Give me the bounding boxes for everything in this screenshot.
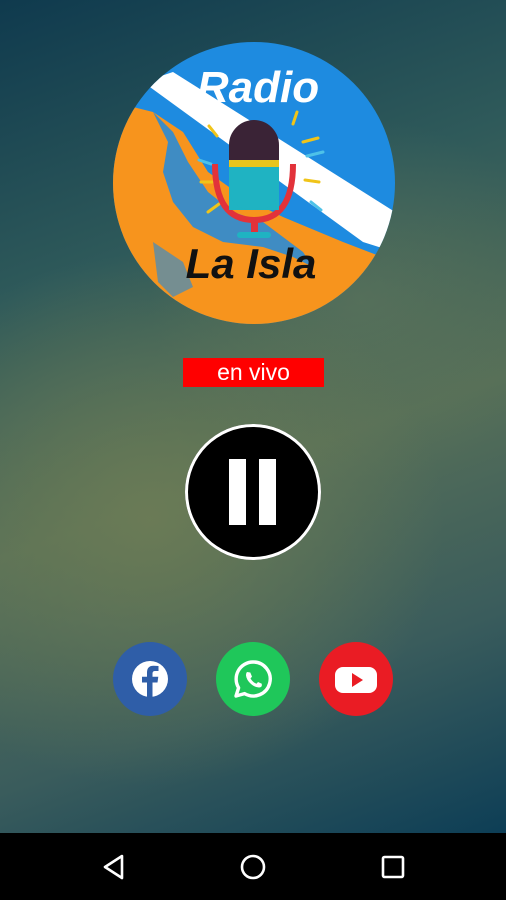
system-navigation-bar	[0, 833, 506, 900]
logo-title-top: Radio	[197, 63, 319, 112]
recent-apps-icon[interactable]	[373, 847, 413, 887]
facebook-icon	[113, 642, 187, 716]
pause-bar-right	[259, 459, 276, 525]
logo-title-bottom: La Isla	[186, 240, 317, 287]
whatsapp-button[interactable]	[216, 642, 290, 716]
play-pause-button[interactable]	[185, 424, 321, 560]
facebook-button[interactable]	[113, 642, 187, 716]
home-icon[interactable]	[233, 847, 273, 887]
youtube-icon	[319, 642, 393, 716]
whatsapp-icon	[216, 642, 290, 716]
app-screen: Radio La Isla en vivo	[0, 0, 506, 833]
radio-la-isla-logo: Radio La Isla	[113, 42, 395, 324]
back-icon[interactable]	[94, 847, 134, 887]
youtube-button[interactable]	[319, 642, 393, 716]
live-status-badge: en vivo	[183, 358, 324, 387]
pause-bar-left	[229, 459, 246, 525]
